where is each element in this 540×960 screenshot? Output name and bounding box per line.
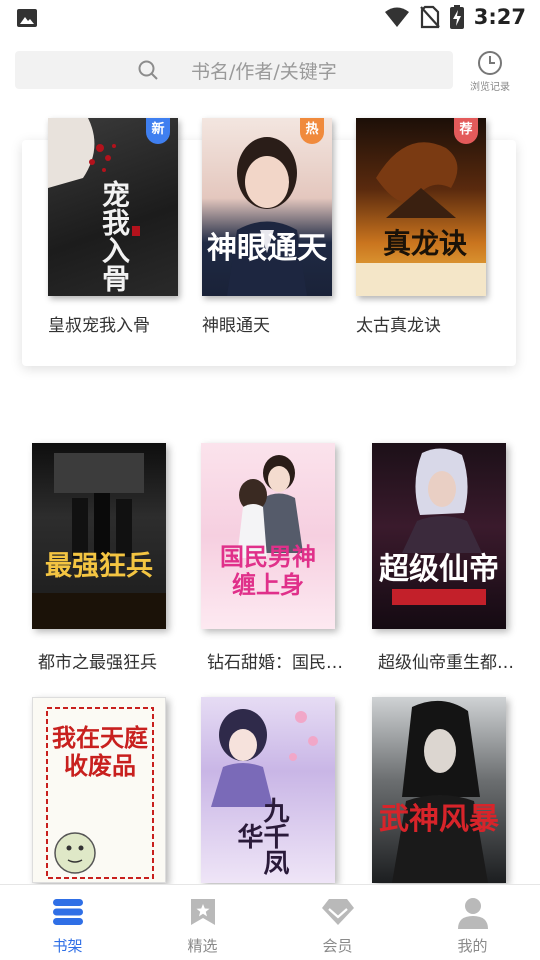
search-input[interactable]: 书名/作者/关键字 bbox=[15, 51, 453, 89]
tab-profile[interactable]: 我的 bbox=[405, 885, 540, 960]
tab-label: 会员 bbox=[322, 937, 353, 955]
tab-label: 我的 bbox=[457, 937, 488, 955]
diamond-icon bbox=[321, 899, 354, 925]
cover-title: 我在天庭收废品 bbox=[52, 723, 148, 780]
tab-label: 书架 bbox=[52, 937, 83, 955]
book-cover[interactable]: 最强狂兵 bbox=[32, 443, 166, 629]
cover-art bbox=[356, 142, 486, 296]
user-icon bbox=[457, 898, 488, 929]
book-cover[interactable]: 武神风暴 bbox=[372, 697, 506, 883]
book-title[interactable]: 超级仙帝重生都… bbox=[378, 648, 514, 673]
cover-title: 国民男神缠上身 bbox=[220, 542, 316, 599]
wifi-icon bbox=[384, 7, 409, 27]
clock: 3:27 bbox=[473, 5, 526, 29]
cover-title: 宠我入骨 bbox=[98, 180, 131, 292]
cover-title: 武神风暴 bbox=[379, 802, 499, 837]
cover-title: 最强狂兵 bbox=[45, 551, 153, 582]
tab-membership[interactable]: 会员 bbox=[270, 885, 405, 960]
status-bar: 3:27 bbox=[0, 0, 540, 36]
hot-badge: 热 bbox=[300, 118, 324, 144]
cover-art bbox=[32, 453, 166, 629]
search-placeholder: 书名/作者/关键字 bbox=[191, 61, 337, 83]
cover-title: 超级仙帝 bbox=[379, 552, 499, 587]
book-cover[interactable]: 宠我入骨 新 bbox=[48, 118, 178, 296]
battery-charging-icon bbox=[449, 5, 464, 29]
cover-art bbox=[237, 455, 303, 558]
new-badge: 新 bbox=[146, 118, 170, 144]
cover-title: 神眼通天 bbox=[207, 231, 327, 266]
tab-bookshelf[interactable]: 书架 bbox=[0, 885, 135, 960]
bookshelf-screen: 3:27 书名/作者/关键字 浏览记录 宠我入骨 新 神眼通天 热 真龙诀 荐 … bbox=[0, 0, 540, 960]
book-title[interactable]: 太古真龙诀 bbox=[356, 311, 441, 336]
tab-featured[interactable]: 精选 bbox=[135, 885, 270, 960]
book-cover[interactable]: 神眼通天 热 bbox=[202, 118, 332, 296]
gallery-notification-icon bbox=[17, 9, 37, 27]
book-title[interactable]: 钻石甜婚：国民… bbox=[207, 648, 343, 673]
cover-art bbox=[392, 448, 486, 605]
cover-title: 九千凤华 bbox=[233, 797, 289, 875]
bookmark-icon bbox=[190, 899, 215, 925]
browse-history-label: 浏览记录 bbox=[470, 82, 510, 93]
browse-history-button[interactable]: 浏览记录 bbox=[462, 50, 518, 94]
book-title[interactable]: 皇叔宠我入骨 bbox=[48, 311, 150, 336]
book-title[interactable]: 神眼通天 bbox=[202, 311, 270, 336]
cover-title: 真龙诀 bbox=[382, 227, 467, 260]
book-cover[interactable]: 国民男神缠上身 bbox=[201, 443, 335, 629]
search-icon bbox=[138, 60, 158, 80]
book-title[interactable]: 都市之最强狂兵 bbox=[38, 648, 157, 673]
cover-art bbox=[227, 137, 307, 296]
bookshelf-icon bbox=[52, 899, 83, 925]
bottom-navigation: 书架 精选 会员 我的 bbox=[0, 884, 540, 960]
tab-label: 精选 bbox=[187, 937, 218, 955]
book-cover[interactable]: 超级仙帝 bbox=[372, 443, 506, 629]
recommend-badge: 荐 bbox=[454, 118, 478, 144]
cover-art bbox=[392, 700, 488, 883]
book-cover[interactable]: 九千凤华 bbox=[201, 697, 335, 883]
clock-icon bbox=[478, 51, 502, 75]
book-cover[interactable]: 我在天庭收废品 bbox=[32, 697, 166, 883]
book-cover[interactable]: 真龙诀 荐 bbox=[356, 118, 486, 296]
no-sim-icon bbox=[419, 5, 440, 29]
